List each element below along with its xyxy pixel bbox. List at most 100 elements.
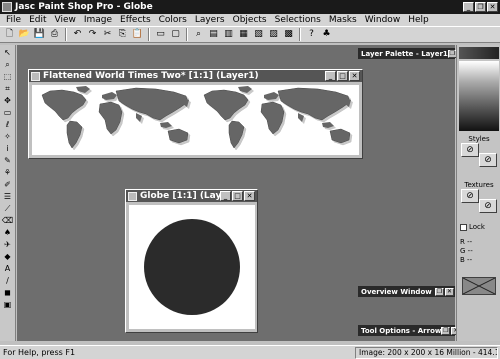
no-style-swatch[interactable] (462, 277, 496, 295)
new-icon[interactable]: 🗋 (3, 28, 16, 41)
color-picker[interactable] (459, 61, 499, 131)
menu-window[interactable]: Window (361, 15, 405, 25)
flood-fill-icon[interactable]: ◆ (1, 251, 14, 262)
cut-icon[interactable]: ✂ (101, 28, 114, 41)
foreground-style-button[interactable]: ⊘ (461, 143, 479, 157)
layer-palette-icon[interactable]: ▧ (252, 28, 265, 41)
menu-help[interactable]: Help (404, 15, 433, 25)
restore-button[interactable]: ❐ (435, 287, 444, 296)
rgb-row-g: G -- (460, 247, 473, 255)
maximize-button[interactable]: □ (232, 191, 243, 201)
arrow-tool-icon[interactable]: ↖ (1, 47, 14, 58)
undo-icon[interactable]: ↶ (71, 28, 84, 41)
tool-options-icon[interactable]: ▩ (282, 28, 295, 41)
zoom-tool-icon[interactable]: ⌕ (1, 59, 14, 70)
scratch-remover-icon[interactable]: ⟋ (1, 203, 14, 214)
textures-label: Textures (464, 181, 494, 189)
overview-window-titlebar[interactable]: Overview Window ❐ ✕ (358, 286, 455, 297)
redo-icon[interactable]: ↷ (86, 28, 99, 41)
retouch-icon[interactable]: ☰ (1, 191, 14, 202)
draw-tool-icon[interactable]: ∕ (1, 275, 14, 286)
lock-checkbox[interactable] (460, 223, 467, 231)
background-style-button[interactable]: ⊘ (479, 153, 497, 167)
menu-masks[interactable]: Masks (325, 15, 361, 25)
save-icon[interactable]: 💾 (33, 28, 46, 41)
map-window-titlebar[interactable]: Flattened World Times Two* [1:1] (Layer1… (29, 70, 362, 82)
tool-options-titlebar[interactable]: Tool Options - Arrow ❐ ✕ (358, 325, 461, 336)
globe-window-title: Globe [1:1] (Lay... (140, 191, 220, 201)
print-icon[interactable]: ⎙ (48, 28, 61, 41)
palette-controls: ❐ ✕ (435, 287, 454, 296)
overview-icon[interactable]: ▨ (267, 28, 280, 41)
open-icon[interactable]: 📂 (18, 28, 31, 41)
restore-button[interactable]: ❐ (475, 2, 486, 12)
tool-palette: ↖ ⌕ ⬚ ⌗ ✥ ▭ ℓ ✧ ⅰ ✎ ⚘ ✐ ☰ ⟋ ⌫ ♠ ✈ ◆ A ∕ … (0, 45, 16, 341)
eraser-icon[interactable]: ⌫ (1, 215, 14, 226)
magic-wand-icon[interactable]: ✧ (1, 131, 14, 142)
mover-tool-icon[interactable]: ✥ (1, 95, 14, 106)
overview-window-title: Overview Window (361, 287, 432, 296)
globe-window-titlebar[interactable]: Globe [1:1] (Lay... _ □ ✕ (126, 190, 257, 202)
app-titlebar: Jasc Paint Shop Pro - Globe _ ❐ ✕ (0, 0, 500, 14)
document-icon[interactable] (128, 191, 137, 201)
globe-document-window[interactable]: Globe [1:1] (Lay... _ □ ✕ (125, 189, 258, 333)
close-button[interactable]: ✕ (349, 71, 360, 81)
document-icon[interactable] (31, 71, 40, 81)
toggle-tool-palette-icon[interactable]: ▤ (207, 28, 220, 41)
background-texture-button[interactable]: ⊘ (479, 199, 497, 213)
close-button[interactable]: ✕ (244, 191, 255, 201)
paintbrush-icon[interactable]: ✎ (1, 155, 14, 166)
histogram-icon[interactable]: ▦ (237, 28, 250, 41)
menu-objects[interactable]: Objects (229, 15, 271, 25)
map-window-title: Flattened World Times Two* [1:1] (Layer1… (43, 71, 259, 81)
freehand-tool-icon[interactable]: ℓ (1, 119, 14, 130)
zoom-icon[interactable]: ⌕ (192, 28, 205, 41)
menu-image[interactable]: Image (80, 15, 116, 25)
restore-button[interactable]: ❐ (441, 326, 451, 335)
crop-tool-icon[interactable]: ⌗ (1, 83, 14, 94)
airbrush-icon[interactable]: ✈ (1, 239, 14, 250)
jasc-icon[interactable]: ♣ (320, 28, 333, 41)
toolbar-separator (186, 28, 188, 41)
deformation-tool-icon[interactable]: ⬚ (1, 71, 14, 82)
selection-tool-icon[interactable]: ▭ (1, 107, 14, 118)
world-map-image (32, 85, 359, 155)
lock-checkbox-row[interactable]: Lock (460, 223, 485, 231)
picture-tube-icon[interactable]: ♠ (1, 227, 14, 238)
menu-layers[interactable]: Layers (191, 15, 229, 25)
color-bar[interactable] (459, 47, 499, 59)
map-document-window[interactable]: Flattened World Times Two* [1:1] (Layer1… (28, 69, 363, 159)
close-button[interactable]: ✕ (445, 287, 454, 296)
menu-colors[interactable]: Colors (155, 15, 191, 25)
toggle-color-palette-icon[interactable]: ▥ (222, 28, 235, 41)
minimize-button[interactable]: _ (220, 191, 231, 201)
color-palette-panel: Styles ⊘ ⊘ Textures ⊘ ⊘ Lock R -- G -- B… (456, 45, 500, 341)
object-selector-icon[interactable]: ▣ (1, 299, 14, 310)
foreground-texture-button[interactable]: ⊘ (461, 189, 479, 203)
menu-file[interactable]: File (2, 15, 25, 25)
help-icon[interactable]: ? (305, 28, 318, 41)
dropper-icon[interactable]: ⅰ (1, 143, 14, 154)
menu-selections[interactable]: Selections (271, 15, 325, 25)
app-icon[interactable] (2, 2, 12, 12)
minimize-button[interactable]: _ (463, 2, 474, 12)
copy-icon[interactable]: ⎘ (116, 28, 129, 41)
menu-effects[interactable]: Effects (116, 15, 155, 25)
menu-view[interactable]: View (51, 15, 80, 25)
preset-shapes-icon[interactable]: ◼ (1, 287, 14, 298)
menu-edit[interactable]: Edit (25, 15, 50, 25)
text-tool-icon[interactable]: A (1, 263, 14, 274)
globe-canvas[interactable] (129, 205, 255, 329)
maximize-button[interactable]: □ (337, 71, 348, 81)
full-screen-preview-icon[interactable]: ▭ (154, 28, 167, 41)
color-replacer-icon[interactable]: ✐ (1, 179, 14, 190)
close-button[interactable]: ✕ (487, 2, 498, 12)
normal-viewing-icon[interactable]: ▢ (169, 28, 182, 41)
paste-icon[interactable]: 📋 (131, 28, 144, 41)
minimize-button[interactable]: _ (325, 71, 336, 81)
map-window-controls: _ □ ✕ (325, 71, 360, 81)
map-canvas[interactable] (32, 85, 359, 155)
layer-palette-titlebar[interactable]: Layer Palette - Layer1 ❐ ✕ (358, 48, 467, 59)
clone-brush-icon[interactable]: ⚘ (1, 167, 14, 178)
toolbar-separator (65, 28, 67, 41)
